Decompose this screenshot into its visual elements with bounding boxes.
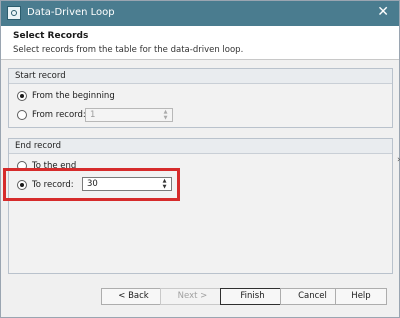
- page-subtitle: Select records from the table for the da…: [13, 45, 244, 55]
- help-button[interactable]: Help: [335, 288, 387, 305]
- close-icon[interactable]: ✕: [377, 4, 389, 20]
- from-beginning-radio[interactable]: [17, 91, 27, 101]
- from-record-label[interactable]: From record:: [32, 110, 86, 120]
- back-button[interactable]: < Back: [101, 288, 166, 305]
- from-beginning-label[interactable]: From the beginning: [32, 91, 115, 101]
- end-record-group-title: End record: [15, 141, 62, 151]
- end-record-group-header: End record: [9, 139, 392, 154]
- from-record-radio[interactable]: [17, 110, 27, 120]
- end-record-group: End record To the end To record: 30 ▲ ▼: [8, 138, 393, 274]
- start-record-group-header: Start record: [9, 69, 392, 84]
- page-title: Select Records: [13, 31, 89, 41]
- finish-button[interactable]: Finish: [220, 288, 285, 305]
- stepper-arrows-icon[interactable]: ▲ ▼: [162, 109, 169, 121]
- from-record-value: 1: [90, 110, 96, 120]
- page-header: Select Records Select records from the t…: [1, 26, 399, 60]
- next-button[interactable]: Next >: [160, 288, 225, 305]
- dialog-window: Data-Driven Loop ✕ Select Records Select…: [0, 0, 400, 318]
- title-bar[interactable]: Data-Driven Loop ✕: [1, 1, 399, 26]
- start-record-group-title: Start record: [15, 71, 66, 81]
- from-record-stepper[interactable]: 1 ▲ ▼: [85, 108, 173, 122]
- app-icon: [7, 6, 21, 20]
- window-title: Data-Driven Loop: [27, 7, 115, 18]
- highlight-annotation: [3, 168, 180, 201]
- button-bar: < Back Next > Finish Cancel Help: [8, 279, 391, 315]
- start-record-group: Start record From the beginning From rec…: [8, 68, 393, 128]
